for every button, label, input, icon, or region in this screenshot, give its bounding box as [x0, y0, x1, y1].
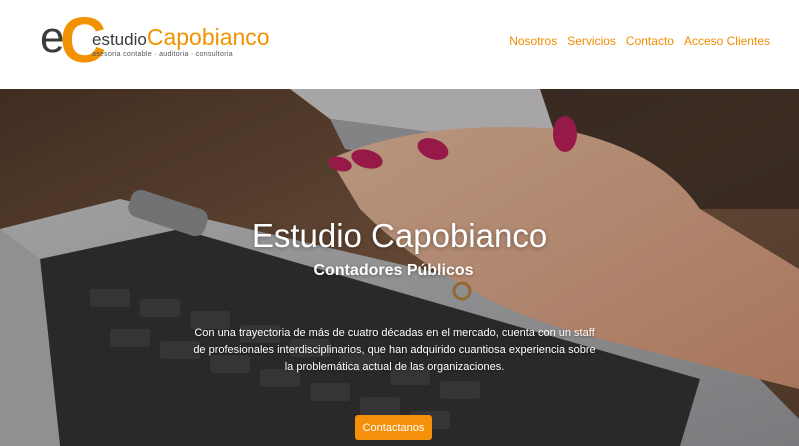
nav-link-contacto[interactable]: Contacto	[626, 34, 674, 48]
hero-title: Estudio Capobianco	[251, 217, 548, 254]
logo-wordmark: estudioCapobianco	[92, 26, 270, 49]
logo-name-main: Capobianco	[146, 24, 270, 50]
nav-link-servicios[interactable]: Servicios	[567, 34, 616, 48]
logo-name-prefix: estudio	[92, 30, 147, 49]
hero-section: Estudio Capobianco Contadores Públicos C…	[0, 89, 799, 446]
contact-button[interactable]: Contactanos	[355, 415, 432, 440]
nav-link-acceso-clientes[interactable]: Acceso Clientes	[684, 34, 770, 48]
nav-link-nosotros[interactable]: Nosotros	[509, 34, 557, 48]
main-nav: Nosotros Servicios Contacto Acceso Clien…	[509, 34, 770, 48]
hero-subtitle: Contadores Públicos	[313, 262, 474, 279]
site-header: e C estudioCapobianco asesoria contable …	[0, 0, 799, 89]
hero-description: Con una trayectoria de más de cuatro déc…	[193, 327, 596, 373]
logo-tagline: asesoria contable · auditoria · consulto…	[92, 51, 233, 58]
brand-logo[interactable]: e C estudioCapobianco asesoria contable …	[36, 8, 270, 76]
